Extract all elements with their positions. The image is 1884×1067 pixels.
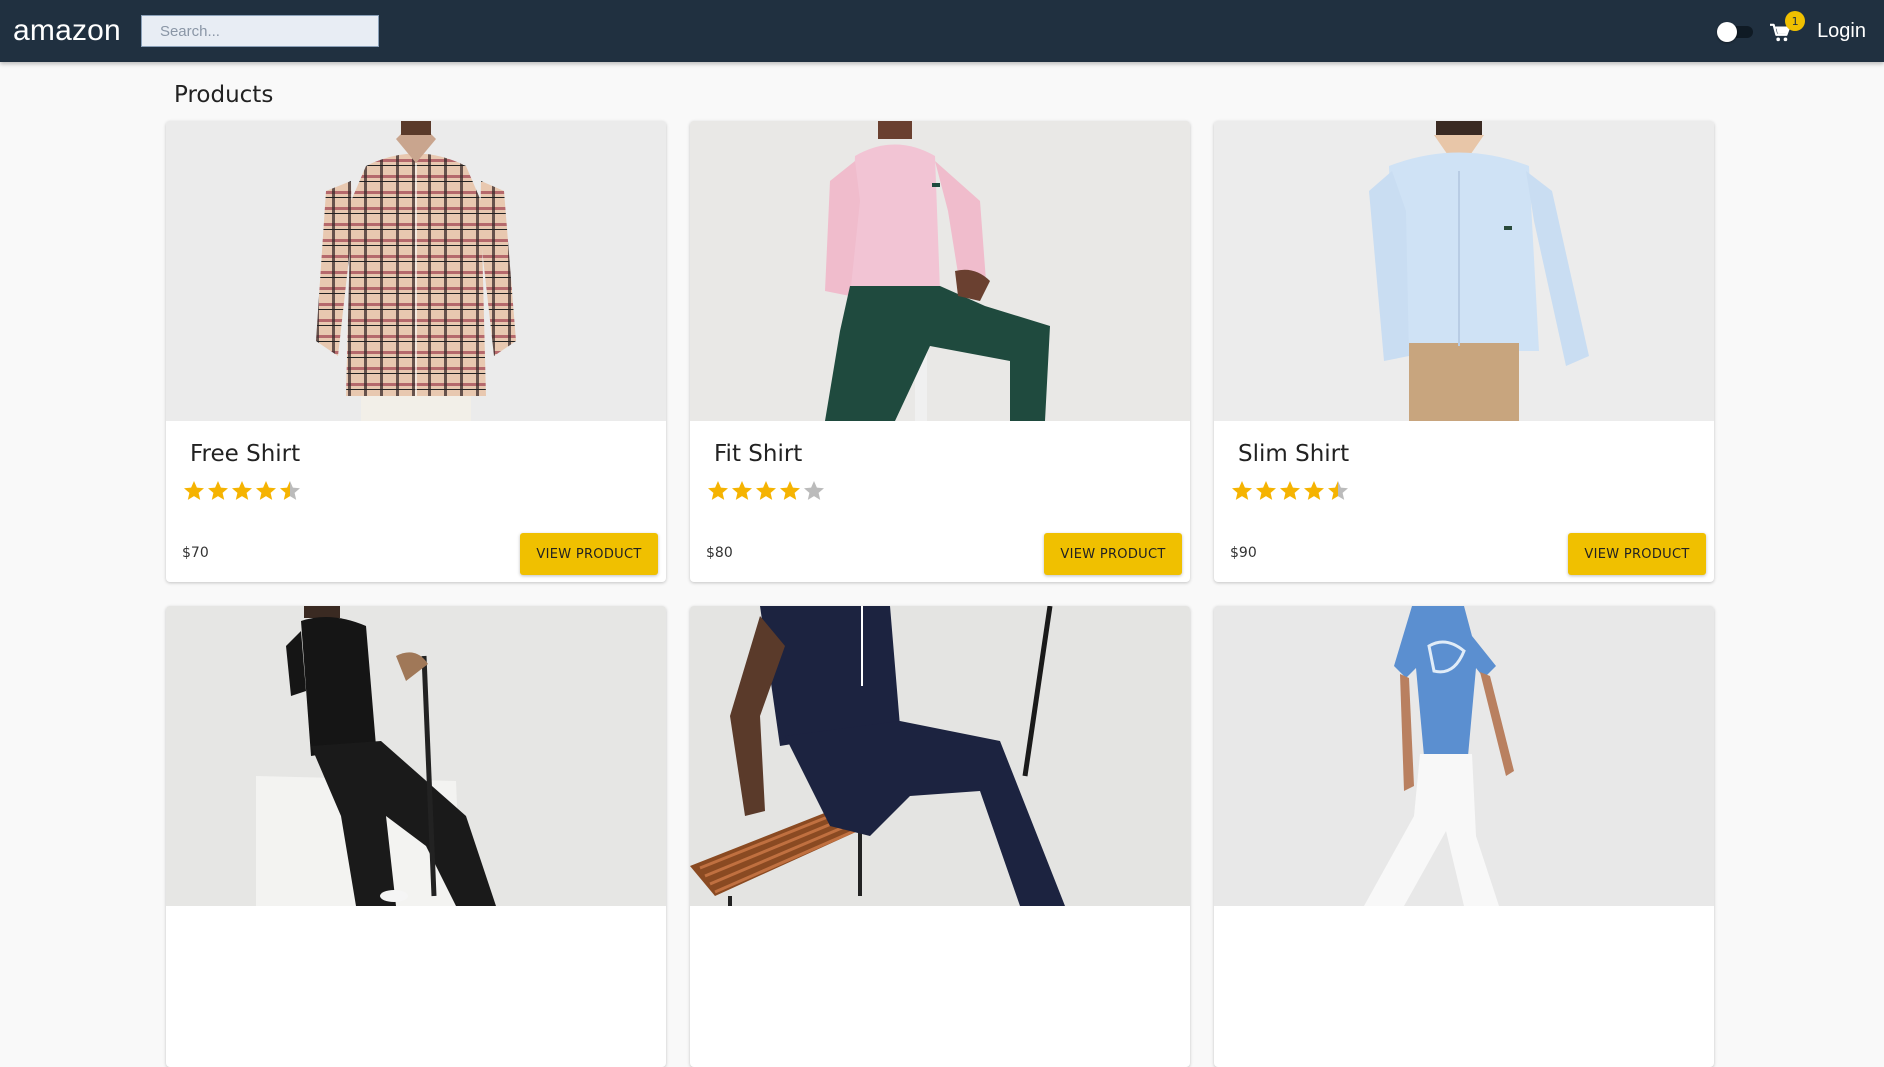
star-icon bbox=[1230, 479, 1254, 503]
star-icon bbox=[1326, 479, 1350, 503]
product-image[interactable] bbox=[690, 606, 1190, 906]
product-image[interactable] bbox=[1214, 606, 1714, 906]
star-icon bbox=[754, 479, 778, 503]
product-price: $80 bbox=[706, 545, 733, 561]
product-card: Fit Shirt $80 VIEW PRODUCT bbox=[690, 121, 1190, 582]
cart-button[interactable]: 1 bbox=[1769, 11, 1806, 45]
product-price: $90 bbox=[1230, 545, 1257, 561]
page-title: Products bbox=[174, 82, 274, 108]
star-icon bbox=[802, 479, 826, 503]
rating-stars bbox=[1230, 479, 1350, 503]
nav-right: 1 Login bbox=[1717, 11, 1866, 45]
cart-count-badge: 1 bbox=[1785, 11, 1806, 31]
star-icon bbox=[1278, 479, 1302, 503]
star-icon bbox=[1254, 479, 1278, 503]
view-product-button[interactable]: VIEW PRODUCT bbox=[1568, 533, 1706, 575]
star-icon bbox=[182, 479, 206, 503]
product-image-free-shirt[interactable] bbox=[166, 121, 666, 421]
star-icon bbox=[254, 479, 278, 503]
product-grid: Free Shirt $70 VIEW PRODUCT Fit Shirt $8… bbox=[166, 121, 1714, 1067]
star-icon bbox=[706, 479, 730, 503]
search-input[interactable] bbox=[140, 15, 379, 47]
star-icon bbox=[206, 479, 230, 503]
dark-mode-toggle[interactable] bbox=[1717, 22, 1755, 42]
product-card: Slim Shirt $90 VIEW PRODUCT bbox=[1214, 121, 1714, 582]
product-card bbox=[690, 606, 1190, 1067]
product-image-fit-shirt[interactable] bbox=[690, 121, 1190, 421]
star-icon bbox=[230, 479, 254, 503]
product-image-slim-shirt[interactable] bbox=[1214, 121, 1714, 421]
star-icon bbox=[1302, 479, 1326, 503]
view-product-button[interactable]: VIEW PRODUCT bbox=[1044, 533, 1182, 575]
star-icon bbox=[778, 479, 802, 503]
brand-logo[interactable]: amazon bbox=[13, 14, 121, 48]
product-name[interactable]: Fit Shirt bbox=[714, 441, 802, 467]
view-product-button[interactable]: VIEW PRODUCT bbox=[520, 533, 658, 575]
product-image[interactable] bbox=[166, 606, 666, 906]
rating-stars bbox=[706, 479, 826, 503]
product-price: $70 bbox=[182, 545, 209, 561]
product-name[interactable]: Free Shirt bbox=[190, 441, 300, 467]
product-card bbox=[1214, 606, 1714, 1067]
product-card bbox=[166, 606, 666, 1067]
star-icon bbox=[278, 479, 302, 503]
star-icon bbox=[730, 479, 754, 503]
product-name[interactable]: Slim Shirt bbox=[1238, 441, 1349, 467]
toggle-thumb bbox=[1717, 22, 1738, 42]
navbar: amazon 1 Login bbox=[0, 0, 1884, 62]
rating-stars bbox=[182, 479, 302, 503]
product-card: Free Shirt $70 VIEW PRODUCT bbox=[166, 121, 666, 582]
login-link[interactable]: Login bbox=[1817, 20, 1866, 43]
